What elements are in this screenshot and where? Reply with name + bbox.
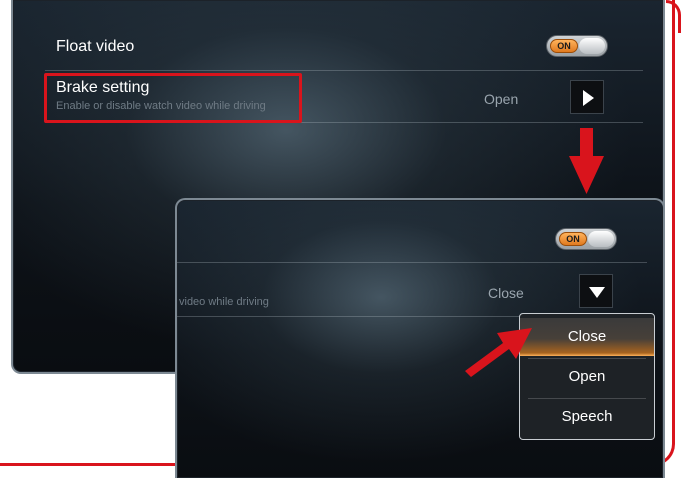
down-arrow bbox=[569, 128, 604, 194]
pointer-arrow bbox=[465, 328, 532, 377]
annotation-arrows bbox=[465, 128, 604, 377]
